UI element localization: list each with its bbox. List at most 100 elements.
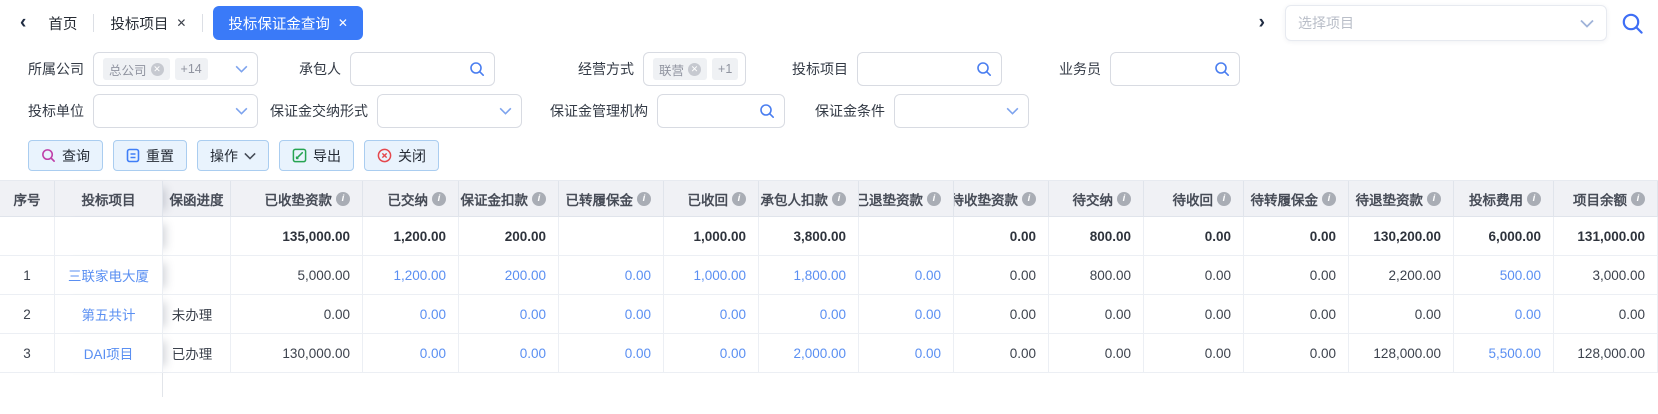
project-link[interactable]: 第五共计 bbox=[82, 304, 136, 324]
summary-paid-in: 1,200.00 bbox=[363, 217, 459, 256]
info-icon[interactable]: i bbox=[1322, 192, 1336, 206]
summary-value: 131,000.00 bbox=[1577, 229, 1645, 244]
table-row: 2第五共计未办理0.000.000.000.000.000.000.000.00… bbox=[0, 295, 1658, 334]
info-icon[interactable]: i bbox=[1117, 192, 1131, 206]
info-icon[interactable]: i bbox=[1022, 192, 1036, 206]
bid-unit-select[interactable] bbox=[93, 94, 258, 128]
amount-value: 0.00 bbox=[1205, 307, 1231, 322]
amount-link[interactable]: 0.00 bbox=[915, 268, 941, 283]
deposit-agency-label: 保证金管理机构 bbox=[550, 101, 648, 121]
tabs-scroll-right-icon[interactable]: › bbox=[1253, 12, 1271, 34]
amount-link[interactable]: 1,200.00 bbox=[393, 268, 446, 283]
column-header-pending-advance: 待收垫资款i bbox=[954, 181, 1049, 217]
operation-mode-multiselect[interactable]: 联营✕ +1 bbox=[643, 52, 746, 86]
info-icon[interactable]: i bbox=[1527, 192, 1541, 206]
amount-link[interactable]: 1,800.00 bbox=[793, 268, 846, 283]
info-icon[interactable]: i bbox=[336, 192, 350, 206]
amount-link[interactable]: 0.00 bbox=[625, 268, 651, 283]
deposit-condition-select[interactable] bbox=[894, 94, 1029, 128]
cell-contractor-deduction: 1,800.00 bbox=[759, 256, 859, 295]
amount-link[interactable]: 0.00 bbox=[915, 307, 941, 322]
column-label: 投标项目 bbox=[82, 189, 136, 209]
column-label: 待交纳 bbox=[1073, 189, 1114, 209]
info-icon[interactable]: i bbox=[532, 192, 546, 206]
cell-paid-in: 0.00 bbox=[363, 334, 459, 373]
amount-link[interactable]: 0.00 bbox=[720, 346, 746, 361]
tab-home[interactable]: 首页 bbox=[32, 0, 93, 46]
column-header-pending-transfer-performance: 待转履保金i bbox=[1244, 181, 1349, 217]
search-icon[interactable] bbox=[1621, 12, 1644, 35]
more-tags-badge: +1 bbox=[712, 58, 738, 80]
amount-value: 0.00 bbox=[324, 307, 350, 322]
tabs-scroll-left-icon[interactable]: ‹ bbox=[14, 12, 32, 34]
export-button[interactable]: 导出 bbox=[279, 140, 354, 171]
amount-value: 0.00 bbox=[1310, 268, 1336, 283]
project-select[interactable]: 选择项目 bbox=[1285, 5, 1607, 41]
info-icon[interactable]: i bbox=[927, 192, 941, 206]
operate-dropdown-button[interactable]: 操作 bbox=[197, 140, 269, 171]
company-multiselect[interactable]: 总公司✕ +14 bbox=[93, 52, 258, 86]
close-button[interactable]: 关闭 bbox=[364, 140, 439, 171]
info-icon[interactable]: i bbox=[1427, 192, 1441, 206]
amount-link[interactable]: 2,000.00 bbox=[793, 346, 846, 361]
cell-received-advance: 5,000.00 bbox=[231, 256, 363, 295]
table-header-row: 序号投标项目保函进度已收垫资款i已交纳i保证金扣款i已转履保金i已收回i承包人扣… bbox=[0, 181, 1658, 217]
bid-unit-label: 投标单位 bbox=[28, 101, 84, 121]
cell-refunded-advance: 0.00 bbox=[859, 334, 954, 373]
amount-link[interactable]: 0.00 bbox=[1515, 307, 1541, 322]
cell-project: DAI项目 bbox=[55, 334, 163, 373]
deposit-pay-form-select[interactable] bbox=[377, 94, 522, 128]
cell-pending-advance: 0.00 bbox=[954, 334, 1049, 373]
project-link[interactable]: 三联家电大厦 bbox=[68, 265, 149, 285]
info-icon[interactable]: i bbox=[1631, 192, 1645, 206]
column-label: 已交纳 bbox=[388, 189, 429, 209]
column-label: 保证金扣款 bbox=[461, 189, 529, 209]
column-label: 序号 bbox=[14, 189, 41, 209]
amount-value: 0.00 bbox=[1619, 307, 1645, 322]
cell-guarantee-progress bbox=[163, 256, 231, 295]
query-button[interactable]: 查询 bbox=[28, 140, 103, 171]
amount-value: 0.00 bbox=[1105, 307, 1131, 322]
chevron-down-icon bbox=[244, 152, 256, 160]
cell-contractor-deduction: 2,000.00 bbox=[759, 334, 859, 373]
close-tab-icon[interactable]: ✕ bbox=[338, 16, 348, 30]
amount-value: 0.00 bbox=[1205, 268, 1231, 283]
amount-link[interactable]: 0.00 bbox=[915, 346, 941, 361]
amount-value: 130,000.00 bbox=[282, 346, 350, 361]
amount-link[interactable]: 1,000.00 bbox=[693, 268, 746, 283]
amount-link[interactable]: 0.00 bbox=[820, 307, 846, 322]
contractor-search-input[interactable] bbox=[350, 52, 495, 86]
info-icon[interactable]: i bbox=[432, 192, 446, 206]
info-icon[interactable]: i bbox=[637, 192, 651, 206]
amount-link[interactable]: 0.00 bbox=[520, 307, 546, 322]
amount-link[interactable]: 200.00 bbox=[505, 268, 546, 283]
info-icon[interactable]: i bbox=[732, 192, 746, 206]
amount-link[interactable]: 5,500.00 bbox=[1488, 346, 1541, 361]
tab-bid-project[interactable]: 投标项目 ✕ bbox=[94, 0, 202, 46]
cell-deposit-deduction: 200.00 bbox=[459, 256, 559, 295]
reset-button[interactable]: 重置 bbox=[113, 140, 187, 171]
amount-link[interactable]: 0.00 bbox=[720, 307, 746, 322]
summary-received-advance: 135,000.00 bbox=[231, 217, 363, 256]
remove-tag-icon[interactable]: ✕ bbox=[688, 63, 701, 76]
tab-bid-deposit-query[interactable]: 投标保证金查询 ✕ bbox=[213, 6, 363, 40]
frozen-column-divider bbox=[162, 373, 163, 397]
salesman-search-input[interactable] bbox=[1110, 52, 1240, 86]
amount-link[interactable]: 0.00 bbox=[420, 346, 446, 361]
amount-link[interactable]: 500.00 bbox=[1500, 268, 1541, 283]
summary-refunded-advance bbox=[859, 217, 954, 256]
project-link[interactable]: DAI项目 bbox=[84, 343, 134, 363]
info-icon[interactable]: i bbox=[832, 192, 846, 206]
info-icon[interactable]: i bbox=[1217, 192, 1231, 206]
amount-link[interactable]: 0.00 bbox=[625, 307, 651, 322]
close-tab-icon[interactable]: ✕ bbox=[176, 16, 186, 30]
cell-project: 第五共计 bbox=[55, 295, 163, 334]
amount-link[interactable]: 0.00 bbox=[420, 307, 446, 322]
remove-tag-icon[interactable]: ✕ bbox=[151, 63, 164, 76]
deposit-agency-search-input[interactable] bbox=[657, 94, 785, 128]
amount-link[interactable]: 0.00 bbox=[520, 346, 546, 361]
bid-project-search-input[interactable] bbox=[857, 52, 1002, 86]
column-label: 已转履保金 bbox=[566, 189, 634, 209]
amount-link[interactable]: 0.00 bbox=[625, 346, 651, 361]
row-index: 2 bbox=[23, 307, 31, 322]
